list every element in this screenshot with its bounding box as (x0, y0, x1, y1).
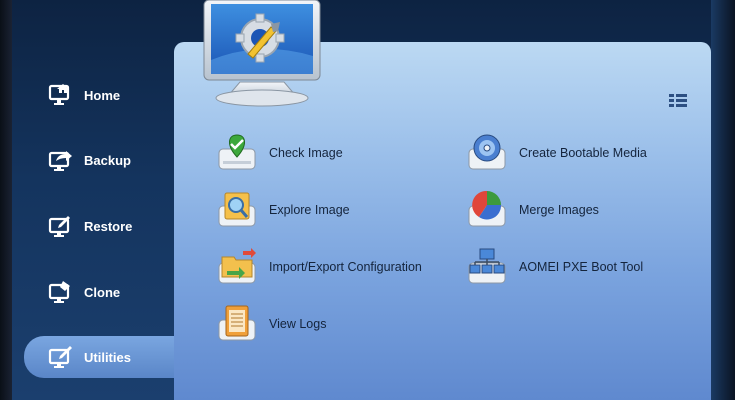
explore-image-icon (218, 192, 256, 227)
tool-merge-images[interactable]: Merge Images (467, 190, 599, 230)
sidebar-item-label: Home (84, 87, 121, 103)
window-edge-right (711, 0, 735, 400)
tool-explore-image[interactable]: Explore Image (217, 190, 350, 230)
home-icon (48, 84, 70, 105)
tool-label: Import/Export Configuration (269, 260, 422, 274)
tool-aomei-pxe-boot-tool[interactable]: AOMEI PXE Boot Tool (467, 247, 643, 287)
utilities-icon (48, 346, 72, 368)
import-export-icon (218, 248, 256, 284)
clone-icon (48, 281, 70, 303)
sidebar-item-label: Restore (84, 218, 133, 234)
list-view-icon[interactable] (669, 93, 687, 109)
tool-label: View Logs (269, 317, 327, 331)
monitor-gear-icon (203, 0, 321, 107)
tool-label: Create Bootable Media (519, 146, 647, 160)
sidebar-item-home[interactable]: Home (24, 74, 174, 116)
pxe-network-icon (468, 248, 506, 284)
check-image-icon (218, 134, 256, 170)
sidebar-item-restore[interactable]: Restore (24, 205, 174, 247)
bootable-media-disc-icon (468, 134, 506, 170)
window-edge-left (0, 0, 12, 400)
tool-label: AOMEI PXE Boot Tool (519, 260, 644, 274)
tool-label: Check Image (269, 146, 343, 160)
sidebar-item-label: Clone (84, 284, 121, 300)
sidebar-item-label: Utilities (84, 349, 131, 365)
sidebar: Home Backup Restore Clone Utilities (12, 60, 194, 400)
sidebar-item-utilities[interactable]: Utilities (24, 336, 194, 378)
tool-import-export-configuration[interactable]: Import/Export Configuration (217, 247, 422, 287)
tool-create-bootable-media[interactable]: Create Bootable Media (467, 133, 647, 173)
merge-images-icon (468, 190, 506, 227)
backup-icon (48, 151, 72, 171)
tool-check-image[interactable]: Check Image (217, 133, 343, 173)
sidebar-item-backup[interactable]: Backup (24, 139, 174, 181)
tool-label: Merge Images (519, 203, 599, 217)
sidebar-item-label: Backup (84, 152, 131, 168)
view-logs-icon (218, 305, 256, 341)
restore-icon (48, 216, 70, 237)
sidebar-item-clone[interactable]: Clone (24, 271, 174, 313)
tool-view-logs[interactable]: View Logs (217, 304, 326, 344)
tool-label: Explore Image (269, 203, 350, 217)
